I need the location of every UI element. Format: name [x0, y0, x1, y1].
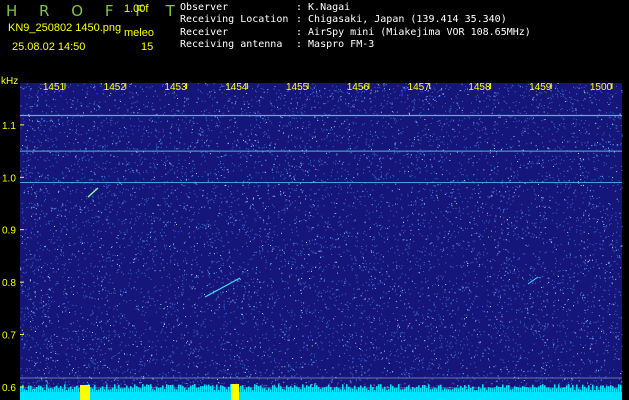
y-tick-label: 0.9 [2, 226, 16, 237]
info-row-location: Receiving Location : Chigasaki, Japan (1… [180, 14, 531, 26]
info-value: : K.Nagai [296, 2, 351, 13]
count-label: 15 [141, 41, 154, 53]
x-tick-label: 1456 [347, 82, 370, 93]
x-tick-label: 1454 [225, 82, 248, 93]
y-axis-label: kHz [1, 76, 18, 87]
y-tick-label: 1.1 [2, 121, 16, 132]
datetime-label: 25.08.02 14:50 [12, 41, 86, 53]
spectrogram-plot: kHz 1451 1452 1453 1454 1455 1456 1457 1458 1459… [1, 76, 623, 400]
time-marker [231, 384, 239, 400]
x-tick-label: 1452 [104, 82, 127, 93]
y-tick-label: 0.7 [2, 331, 16, 342]
spectrogram-background [20, 83, 622, 400]
x-tick-label: 1455 [286, 82, 309, 93]
x-tick-label: 1451 [43, 82, 66, 93]
y-tick-label: 0.8 [2, 278, 16, 289]
time-marker [80, 385, 90, 400]
x-tick-label: 1457 [408, 82, 431, 93]
info-label: Receiver [180, 26, 229, 38]
mode-label: meleo [124, 27, 154, 39]
station-info: Observer : K.Nagai Receiving Location : … [180, 2, 531, 52]
y-tick-label: 1.0 [2, 173, 16, 184]
info-row-receiver: Receiver : AirSpy mini (Miakejima VOR 10… [180, 27, 531, 39]
info-label: Observer [180, 2, 229, 13]
x-tick-label: 1458 [468, 82, 491, 93]
baseline-band [20, 392, 622, 400]
filename-label: KN9_250802 1450.png [8, 22, 122, 34]
info-row-antenna: Receiving antenna : Maspro FM-3 [180, 39, 531, 51]
info-value: : Chigasaki, Japan (139.414 35.340) [296, 14, 507, 26]
info-row-observer: Observer : K.Nagai [180, 2, 531, 14]
info-value: : AirSpy mini (Miakejima VOR 108.65MHz) [296, 26, 531, 38]
x-tick-label: 1500 [590, 82, 613, 93]
info-label: Receiving Location [180, 14, 289, 26]
version-label: 1.00f [124, 3, 149, 15]
x-tick-label: 1459 [529, 82, 552, 93]
app-title: H R O F F T [6, 2, 184, 20]
y-tick-label: 0.6 [2, 383, 16, 394]
x-tick-label: 1453 [164, 82, 187, 93]
info-label: Receiving antenna [180, 39, 283, 51]
info-value: : Maspro FM-3 [296, 39, 375, 51]
